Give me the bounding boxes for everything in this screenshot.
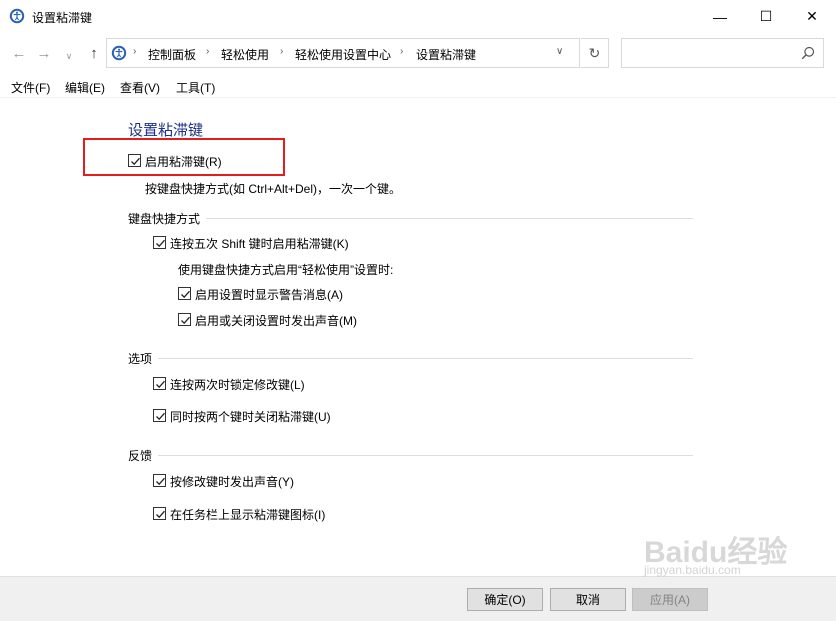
- back-button[interactable]: ←: [8, 42, 30, 64]
- breadcrumb-control-panel[interactable]: 控制面板: [148, 46, 196, 63]
- watermark-url: jingyan.baidu.com: [644, 563, 741, 577]
- checkmark-icon: [156, 510, 165, 519]
- menu-file[interactable]: 文件(F): [11, 79, 50, 96]
- close-button[interactable]: ✕: [789, 0, 835, 33]
- modifier-sound-checkbox[interactable]: [153, 474, 166, 487]
- shortcut-subtitle: 使用键盘快捷方式启用“轻松使用”设置时:: [178, 263, 394, 277]
- search-icon: [801, 46, 815, 60]
- taskbar-icon-checkbox[interactable]: [153, 507, 166, 520]
- checkmark-icon: [156, 477, 165, 486]
- group-title-shortcut: 键盘快捷方式: [128, 210, 207, 227]
- ok-button[interactable]: 确定(O): [467, 588, 543, 611]
- breadcrumb-ease-of-access[interactable]: 轻松使用: [221, 46, 269, 63]
- warning-message-label[interactable]: 启用设置时显示警告消息(A): [195, 286, 343, 303]
- turn-off-two-keys-label[interactable]: 同时按两个键时关闭粘滞键(U): [170, 408, 331, 425]
- taskbar-icon-label[interactable]: 在任务栏上显示粘滞键图标(I): [170, 506, 325, 523]
- recent-locations-button[interactable]: ∨: [62, 45, 76, 67]
- breadcrumb-separator[interactable]: ›: [133, 46, 136, 57]
- ease-of-access-icon: [9, 8, 25, 24]
- menu-tools[interactable]: 工具(T): [176, 79, 215, 96]
- toggle-sound-label[interactable]: 启用或关闭设置时发出声音(M): [195, 312, 357, 329]
- watermark: Baidu经验 jingyan.baidu.com: [640, 527, 830, 597]
- enable-description: 按键盘快捷方式(如 Ctrl+Alt+Del)，一次一个键。: [145, 182, 402, 196]
- shift-five-times-checkbox[interactable]: [153, 236, 166, 249]
- checkmark-icon: [156, 380, 165, 389]
- checkmark-icon: [181, 290, 190, 299]
- shift-five-times-label[interactable]: 连按五次 Shift 键时启用粘滞键(K): [170, 235, 349, 252]
- breadcrumb-separator[interactable]: ›: [280, 46, 283, 57]
- ease-of-access-icon: [111, 45, 127, 61]
- breadcrumb-separator[interactable]: ›: [206, 46, 209, 57]
- lock-modifier-label[interactable]: 连按两次时锁定修改键(L): [170, 376, 305, 393]
- navigation-bar: ← → ∨ ↑ › 控制面板 › 轻松使用 › 轻松使用设置中心 › 设置粘滞键…: [0, 33, 836, 73]
- turn-off-two-keys-checkbox[interactable]: [153, 409, 166, 422]
- modifier-sound-label[interactable]: 按修改键时发出声音(Y): [170, 473, 294, 490]
- menu-edit[interactable]: 编辑(E): [65, 79, 105, 96]
- minimize-button[interactable]: —: [697, 0, 743, 33]
- window-title: 设置粘滞键: [32, 11, 93, 25]
- warning-message-checkbox[interactable]: [178, 287, 191, 300]
- breadcrumb-ease-of-access-center[interactable]: 轻松使用设置中心: [295, 46, 391, 63]
- page-title: 设置粘滞键: [128, 122, 204, 139]
- up-button[interactable]: ↑: [83, 42, 105, 64]
- enable-sticky-keys-checkbox[interactable]: [128, 154, 141, 167]
- breadcrumb-separator[interactable]: ›: [400, 46, 403, 57]
- checkmark-icon: [156, 412, 165, 421]
- menu-bar: 文件(F) 编辑(E) 查看(V) 工具(T): [0, 76, 836, 98]
- checkmark-icon: [181, 316, 190, 325]
- group-title-options: 选项: [128, 350, 159, 367]
- breadcrumb-sticky-keys[interactable]: 设置粘滞键: [416, 46, 476, 63]
- divider: [128, 455, 693, 456]
- title-bar: 设置粘滞键 — ☐ ✕: [0, 0, 836, 33]
- group-title-feedback: 反馈: [128, 447, 159, 464]
- lock-modifier-checkbox[interactable]: [153, 377, 166, 390]
- checkmark-icon: [131, 157, 140, 166]
- checkmark-icon: [156, 239, 165, 248]
- cancel-button[interactable]: 取消: [550, 588, 626, 611]
- divider: [128, 358, 693, 359]
- enable-sticky-keys-label[interactable]: 启用粘滞键(R): [145, 153, 222, 170]
- refresh-button[interactable]: ↻: [581, 38, 609, 68]
- menu-view[interactable]: 查看(V): [120, 79, 160, 96]
- maximize-button[interactable]: ☐: [743, 0, 789, 33]
- divider: [128, 218, 693, 219]
- toggle-sound-checkbox[interactable]: [178, 313, 191, 326]
- main-content: 设置粘滞键 启用粘滞键(R) 按键盘快捷方式(如 Ctrl+Alt+Del)，一…: [0, 98, 836, 576]
- address-bar[interactable]: › 控制面板 › 轻松使用 › 轻松使用设置中心 › 设置粘滞键 ∨: [106, 38, 580, 68]
- search-input[interactable]: [621, 38, 824, 68]
- address-dropdown-icon[interactable]: ∨: [556, 46, 563, 57]
- forward-button[interactable]: →: [33, 42, 55, 64]
